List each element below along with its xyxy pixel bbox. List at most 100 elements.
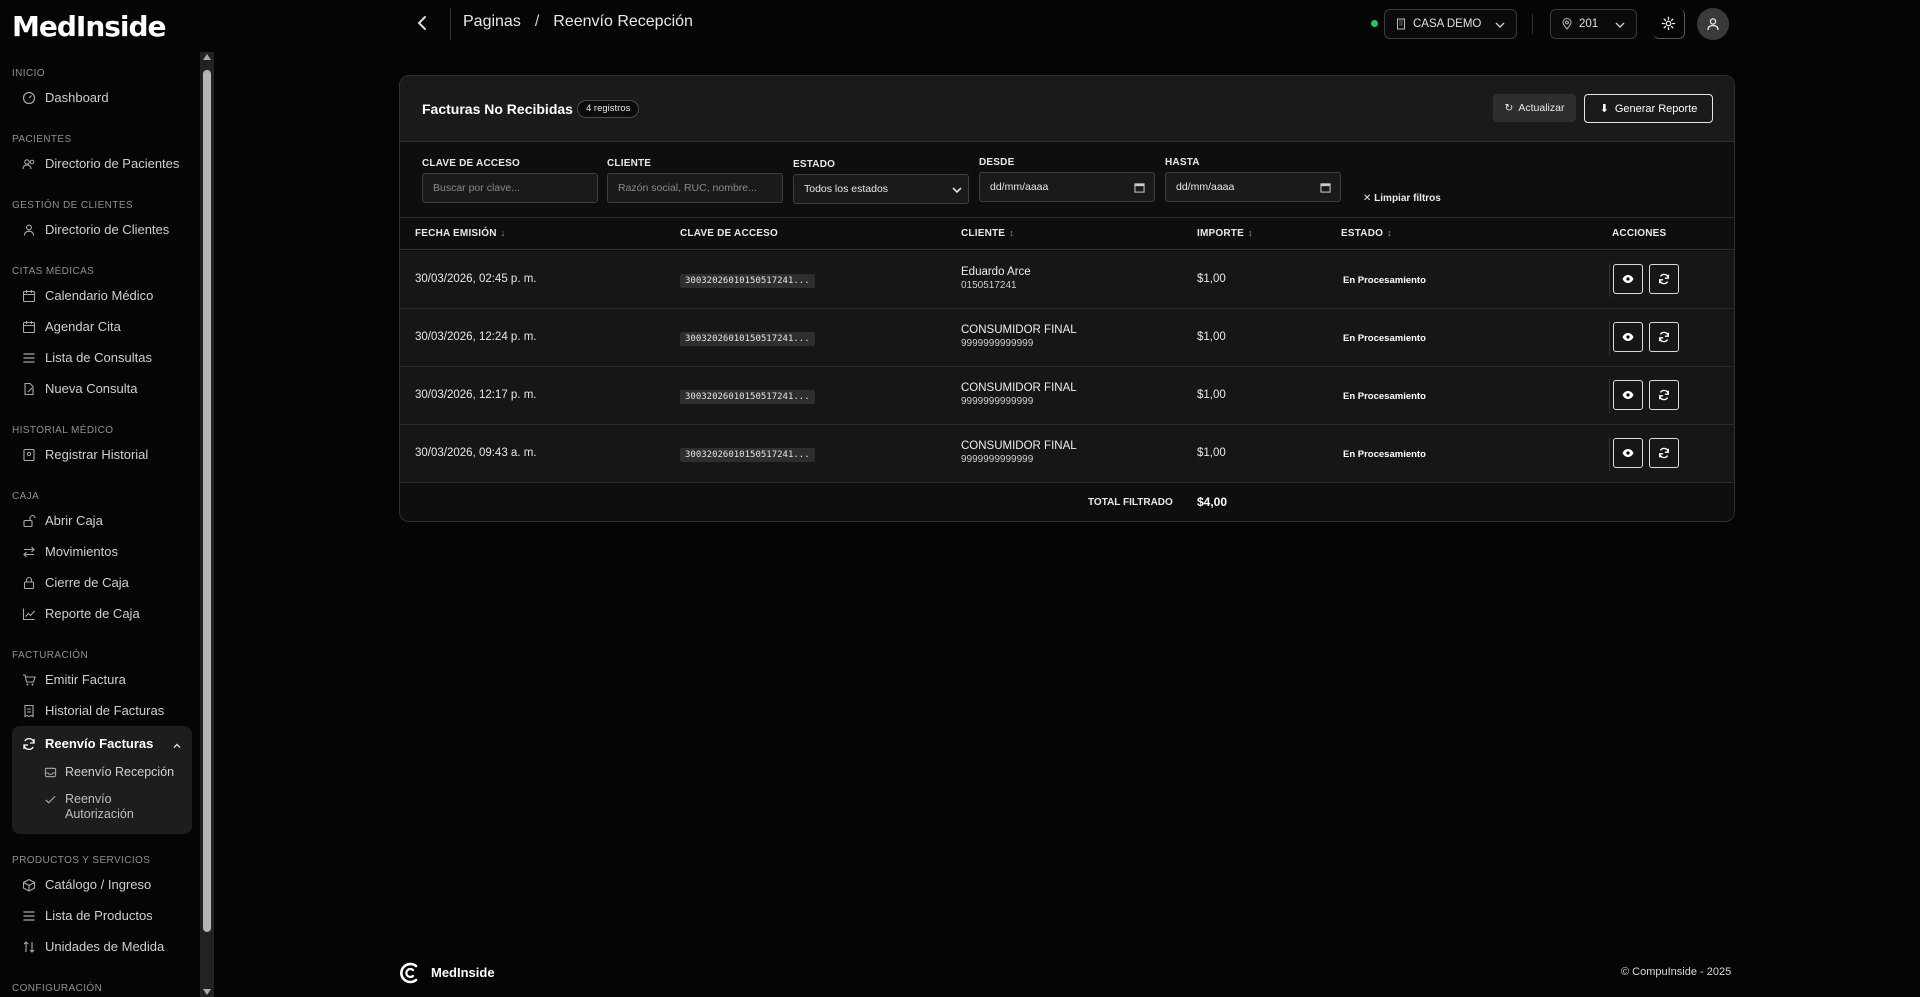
sidebar-section-title: INICIO bbox=[12, 68, 45, 79]
col-importe[interactable]: IMPORTE ↕ bbox=[1197, 228, 1253, 239]
cell-fecha: 30/03/2026, 12:17 p. m. bbox=[415, 389, 537, 401]
scroll-thumb[interactable] bbox=[203, 70, 211, 932]
sidebar-subitem[interactable]: Reenvío Autorización bbox=[12, 786, 192, 828]
cell-importe: $1,00 bbox=[1197, 331, 1226, 343]
scroll-up-arrow[interactable] bbox=[203, 54, 211, 60]
sidebar-item[interactable]: Lista de Productos bbox=[12, 900, 192, 931]
calendar-icon[interactable] bbox=[1134, 182, 1145, 193]
lock-icon bbox=[22, 576, 36, 590]
breadcrumb-separator: / bbox=[534, 13, 540, 30]
report-label: Generar Reporte bbox=[1614, 102, 1698, 115]
resend-button[interactable] bbox=[1649, 264, 1679, 294]
col-fecha[interactable]: FECHA EMISIÓN ↓ bbox=[415, 228, 505, 239]
resend-button[interactable] bbox=[1649, 380, 1679, 410]
sidebar-subitem[interactable]: Reenvío Recepción bbox=[12, 759, 192, 786]
refresh-icon bbox=[1659, 389, 1669, 401]
table-row[interactable]: 30/03/2026, 12:17 p. m. 30032026010150517… bbox=[400, 367, 1734, 425]
user-avatar[interactable] bbox=[1697, 8, 1729, 40]
chevron-down-icon bbox=[1615, 22, 1625, 28]
status-badge: En Procesamiento bbox=[1343, 333, 1426, 344]
col-fecha-label: FECHA EMISIÓN bbox=[415, 228, 497, 239]
sidebar-section-title: GESTIÓN DE CLIENTES bbox=[12, 200, 133, 211]
sort-desc-icon: ↓ bbox=[500, 228, 506, 238]
arrows-icon bbox=[22, 545, 36, 559]
clear-filters-button[interactable]: ✕ Limpiar filtros bbox=[1363, 193, 1441, 204]
table-row[interactable]: 30/03/2026, 02:45 p. m. 30032026010150517… bbox=[400, 251, 1734, 309]
map-pin-icon bbox=[1562, 18, 1572, 30]
total-filtered-label: TOTAL FILTRADO bbox=[1088, 497, 1173, 508]
company-selector[interactable]: CASA DEMO bbox=[1384, 9, 1517, 39]
scroll-down-arrow[interactable] bbox=[203, 989, 211, 995]
cliente-search-input[interactable]: Razón social, RUC, nombre... bbox=[607, 173, 783, 203]
sidebar-scrollbar[interactable] bbox=[200, 52, 214, 997]
sidebar-item-label: Reporte de Caja bbox=[45, 606, 140, 621]
view-button[interactable] bbox=[1613, 380, 1643, 410]
location-selector[interactable]: 201 bbox=[1550, 9, 1637, 39]
sidebar-item-label: Abrir Caja bbox=[45, 513, 103, 528]
sidebar-item[interactable]: Abrir Caja bbox=[12, 505, 192, 536]
inbox-icon bbox=[44, 766, 57, 779]
sidebar-item[interactable]: Unidades de Medida bbox=[12, 931, 192, 962]
eye-icon bbox=[1622, 449, 1634, 457]
cliente-ruc: 9999999999999 bbox=[961, 338, 1034, 349]
chevron-down-icon bbox=[1495, 22, 1505, 28]
hasta-date-input[interactable]: dd/mm/aaaa bbox=[1165, 172, 1341, 202]
actions-divider bbox=[1609, 263, 1610, 297]
sidebar-item[interactable]: Catálogo / Ingreso bbox=[12, 869, 192, 900]
view-button[interactable] bbox=[1613, 322, 1643, 352]
sidebar-item[interactable]: Registrar Historial bbox=[12, 439, 192, 470]
sidebar-item[interactable]: Movimientos bbox=[12, 536, 192, 567]
col-estado[interactable]: ESTADO ↕ bbox=[1341, 228, 1392, 239]
filter-clave-label: CLAVE DE ACCESO bbox=[422, 158, 521, 169]
settings-button[interactable] bbox=[1653, 9, 1685, 39]
sidebar-item[interactable]: Lista de Consultas bbox=[12, 342, 192, 373]
sidebar-item[interactable]: Emitir Factura bbox=[12, 664, 192, 695]
back-button[interactable] bbox=[412, 12, 432, 34]
sidebar-section-title: FACTURACIÓN bbox=[12, 650, 89, 661]
calendar-icon[interactable] bbox=[1320, 182, 1331, 193]
cliente-name: CONSUMIDOR FINAL bbox=[961, 324, 1077, 336]
sidebar-subitem-label: Reenvío Recepción bbox=[65, 765, 175, 779]
sort-icon: ↕ bbox=[1009, 228, 1014, 238]
cell-clave: 3003202601015051724​1... bbox=[680, 274, 815, 288]
brand-logo[interactable]: MedInside bbox=[12, 10, 167, 43]
estado-select[interactable]: Todos los estados bbox=[793, 174, 969, 204]
col-cliente[interactable]: CLIENTE ↕ bbox=[961, 228, 1014, 239]
view-button[interactable] bbox=[1613, 438, 1643, 468]
online-status-dot bbox=[1371, 20, 1378, 27]
generate-report-button[interactable]: ⬇ Generar Reporte bbox=[1584, 94, 1713, 123]
breadcrumb-root[interactable]: Paginas bbox=[463, 13, 521, 31]
chevron-down-icon bbox=[952, 187, 962, 194]
sidebar-section: CONFIGURACIÓN bbox=[12, 981, 192, 997]
table-row[interactable]: 30/03/2026, 12:24 p. m. 30032026010150517… bbox=[400, 309, 1734, 367]
total-filtered-value: $4,00 bbox=[1197, 495, 1228, 509]
clave-search-input[interactable]: Buscar por clave... bbox=[422, 173, 598, 203]
sidebar-item[interactable]: Directorio de Clientes bbox=[12, 214, 192, 245]
gear-icon bbox=[1661, 16, 1676, 31]
calendar-icon bbox=[22, 289, 36, 303]
sidebar-item[interactable]: Agendar Cita bbox=[12, 311, 192, 342]
refresh-button[interactable]: ↻ Actualizar bbox=[1493, 94, 1576, 122]
eye-icon bbox=[1622, 391, 1634, 399]
chevron-up-icon[interactable] bbox=[172, 739, 182, 749]
sidebar-item[interactable]: Directorio de Pacientes bbox=[12, 148, 192, 179]
sidebar-item[interactable]: Dashboard bbox=[12, 82, 192, 113]
sidebar-item-reenvio-facturas[interactable]: Reenvío Facturas bbox=[12, 728, 192, 759]
sidebar-item[interactable]: Nueva Consulta bbox=[12, 373, 192, 404]
sidebar-section-title: PACIENTES bbox=[12, 134, 72, 145]
view-button[interactable] bbox=[1613, 264, 1643, 294]
resend-button[interactable] bbox=[1649, 438, 1679, 468]
filter-estado-label: ESTADO bbox=[793, 159, 836, 170]
sidebar-section-title: CONFIGURACIÓN bbox=[12, 983, 103, 994]
sidebar-item[interactable]: Cierre de Caja bbox=[12, 567, 192, 598]
sidebar-section: GESTIÓN DE CLIENTES Directorio de Cliente… bbox=[12, 198, 192, 245]
desde-date-input[interactable]: dd/mm/aaaa bbox=[979, 172, 1155, 202]
sidebar-item-label: Agendar Cita bbox=[45, 319, 121, 334]
sidebar-section-title: CITAS MÉDICAS bbox=[12, 266, 95, 277]
sidebar-item[interactable]: Historial de Facturas bbox=[12, 695, 192, 726]
sidebar-item[interactable]: Reporte de Caja bbox=[12, 598, 192, 629]
resend-button[interactable] bbox=[1649, 322, 1679, 352]
sidebar-item[interactable]: Calendario Médico bbox=[12, 280, 192, 311]
sidebar-item-label: Cierre de Caja bbox=[45, 575, 129, 590]
table-row[interactable]: 30/03/2026, 09:43 a. m. 30032026010150517… bbox=[400, 425, 1734, 483]
